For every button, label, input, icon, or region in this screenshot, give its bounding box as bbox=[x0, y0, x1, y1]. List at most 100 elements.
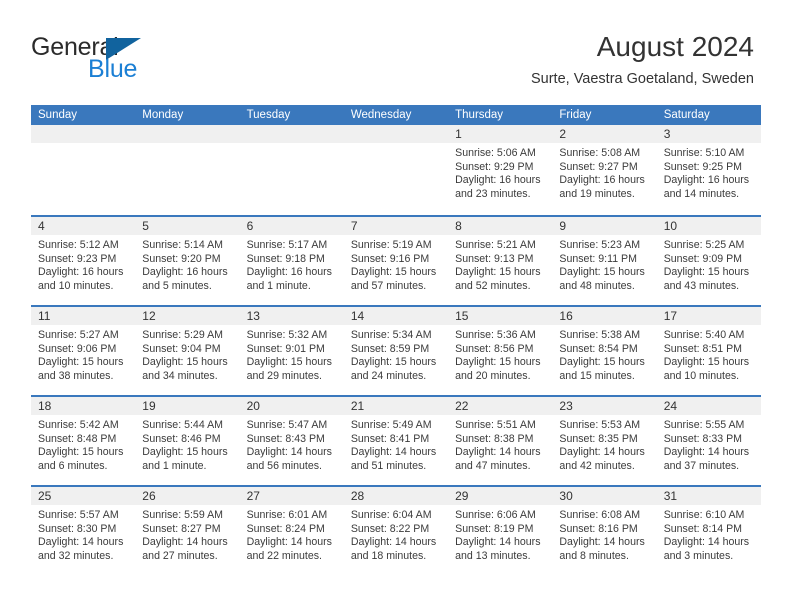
daylight-minutes: and 6 minutes. bbox=[38, 459, 108, 472]
daylight-minutes: and 19 minutes. bbox=[559, 187, 635, 200]
calendar-day-cell[interactable]: 7 Sunrise: 5:19 AM Sunset: 9:16 PM Daylight… bbox=[343, 217, 449, 305]
daylight-hours: Daylight: 16 hours bbox=[455, 174, 541, 187]
day-number-band: 20 bbox=[239, 397, 344, 415]
calendar-day-cell[interactable]: 6 Sunrise: 5:17 AM Sunset: 9:18 PM Daylight… bbox=[239, 217, 344, 305]
calendar-day-cell[interactable]: 29 Sunrise: 6:06 AM Sunset: 8:19 PM Dayligh… bbox=[448, 487, 553, 575]
daylight-minutes: and 34 minutes. bbox=[142, 369, 218, 382]
sunset-time: Sunset: 9:18 PM bbox=[246, 252, 325, 265]
calendar-day-cell[interactable]: 27 Sunrise: 6:01 AM Sunset: 8:24 PM Dayligh… bbox=[239, 487, 344, 575]
calendar-day-cell[interactable]: 18 Sunrise: 5:42 AM Sunset: 8:48 PM Dayligh… bbox=[31, 397, 136, 485]
sunset-time: Sunset: 9:09 PM bbox=[663, 252, 743, 265]
day-details: Sunrise: 6:10 AM Sunset: 8:14 PM Daylight:… bbox=[657, 505, 761, 563]
daylight-minutes: and 18 minutes. bbox=[350, 549, 427, 562]
day-number: 17 bbox=[663, 309, 678, 323]
daylight-minutes: and 51 minutes. bbox=[350, 459, 427, 472]
day-details: Sunrise: 5:12 AM Sunset: 9:23 PM Daylight:… bbox=[31, 235, 135, 293]
daylight-minutes: and 29 minutes. bbox=[246, 369, 322, 382]
calendar-day-cell[interactable]: 3 Sunrise: 5:10 AM Sunset: 9:25 PM Daylight… bbox=[656, 125, 761, 215]
daylight-minutes: and 1 minute. bbox=[246, 279, 311, 292]
calendar-week-row: 4 Sunrise: 5:12 AM Sunset: 9:23 PM Daylight… bbox=[31, 215, 761, 305]
day-details: Sunrise: 5:47 AM Sunset: 8:43 PM Daylight:… bbox=[240, 415, 344, 473]
daylight-hours: Daylight: 14 hours bbox=[246, 536, 332, 549]
daylight-hours: Daylight: 14 hours bbox=[559, 446, 645, 459]
calendar-day-cell[interactable]: 26 Sunrise: 5:59 AM Sunset: 8:27 PM Dayligh… bbox=[135, 487, 240, 575]
sunrise-time: Sunrise: 5:17 AM bbox=[246, 239, 328, 251]
daylight-hours: Daylight: 15 hours bbox=[350, 356, 437, 369]
calendar-day-cell[interactable]: 28 Sunrise: 6:04 AM Sunset: 8:22 PM Dayligh… bbox=[343, 487, 449, 575]
day-details: Sunrise: 5:59 AM Sunset: 8:27 PM Daylight:… bbox=[135, 505, 239, 563]
day-number-band: 24 bbox=[656, 397, 761, 415]
daylight-minutes: and 8 minutes. bbox=[559, 549, 629, 562]
daylight-minutes: and 23 minutes. bbox=[455, 187, 531, 200]
general-blue-logo[interactable]: General Blue bbox=[31, 33, 211, 85]
day-number: 15 bbox=[455, 309, 469, 323]
day-details: Sunrise: 6:01 AM Sunset: 8:24 PM Daylight:… bbox=[240, 505, 344, 563]
calendar-day-cell[interactable]: 10 Sunrise: 5:25 AM Sunset: 9:09 PM Dayligh… bbox=[656, 217, 761, 305]
sunrise-time: Sunrise: 5:53 AM bbox=[559, 419, 641, 431]
weekday-header-friday: Friday bbox=[559, 109, 592, 121]
day-details: Sunrise: 5:27 AM Sunset: 9:06 PM Daylight:… bbox=[31, 325, 135, 383]
sunset-time: Sunset: 8:16 PM bbox=[559, 522, 638, 535]
daylight-hours: Daylight: 16 hours bbox=[142, 266, 228, 279]
day-details: Sunrise: 5:08 AM Sunset: 9:27 PM Daylight:… bbox=[552, 143, 656, 201]
sunrise-time: Sunrise: 6:01 AM bbox=[246, 509, 328, 521]
daylight-minutes: and 27 minutes. bbox=[142, 549, 218, 562]
calendar-day-cell[interactable]: 1 Sunrise: 5:06 AM Sunset: 9:29 PM Daylight… bbox=[448, 125, 553, 215]
weekday-header-monday: Monday bbox=[142, 109, 184, 121]
calendar-day-cell[interactable]: 31 Sunrise: 6:10 AM Sunset: 8:14 PM Dayligh… bbox=[656, 487, 761, 575]
daylight-minutes: and 3 minutes. bbox=[663, 549, 734, 562]
day-number-band: 15 bbox=[448, 307, 553, 325]
sunrise-time: Sunrise: 5:36 AM bbox=[455, 329, 536, 341]
calendar-day-cell[interactable]: 11 Sunrise: 5:27 AM Sunset: 9:06 PM Dayligh… bbox=[31, 307, 136, 395]
calendar-day-cell[interactable]: 14 Sunrise: 5:34 AM Sunset: 8:59 PM Dayligh… bbox=[343, 307, 449, 395]
calendar-day-cell[interactable]: 21 Sunrise: 5:49 AM Sunset: 8:41 PM Dayligh… bbox=[343, 397, 449, 485]
sunset-time: Sunset: 8:41 PM bbox=[350, 432, 430, 445]
sunset-time: Sunset: 9:04 PM bbox=[142, 342, 221, 355]
day-details: Sunrise: 5:21 AM Sunset: 9:13 PM Daylight:… bbox=[448, 235, 552, 293]
day-details: Sunrise: 5:57 AM Sunset: 8:30 PM Daylight:… bbox=[31, 505, 135, 563]
calendar-day-cell[interactable]: 12 Sunrise: 5:29 AM Sunset: 9:04 PM Dayligh… bbox=[135, 307, 240, 395]
day-number: 11 bbox=[38, 309, 51, 323]
day-number-band: 28 bbox=[343, 487, 449, 505]
daylight-hours: Daylight: 14 hours bbox=[38, 536, 124, 549]
calendar-day-cell[interactable]: 2 Sunrise: 5:08 AM Sunset: 9:27 PM Daylight… bbox=[552, 125, 657, 215]
sunset-time: Sunset: 9:11 PM bbox=[559, 252, 637, 265]
sunrise-time: Sunrise: 5:38 AM bbox=[559, 329, 641, 341]
sunset-time: Sunset: 8:48 PM bbox=[38, 432, 117, 445]
sunrise-time: Sunrise: 5:59 AM bbox=[142, 509, 223, 521]
day-number-band: 27 bbox=[239, 487, 344, 505]
calendar-day-cell[interactable]: 15 Sunrise: 5:36 AM Sunset: 8:56 PM Dayligh… bbox=[448, 307, 553, 395]
calendar-day-cell[interactable]: 4 Sunrise: 5:12 AM Sunset: 9:23 PM Daylight… bbox=[31, 217, 136, 305]
sunrise-time: Sunrise: 5:10 AM bbox=[663, 147, 745, 159]
calendar-day-cell[interactable]: 5 Sunrise: 5:14 AM Sunset: 9:20 PM Daylight… bbox=[135, 217, 240, 305]
calendar-day-cell[interactable]: 24 Sunrise: 5:55 AM Sunset: 8:33 PM Dayligh… bbox=[656, 397, 761, 485]
calendar-day-cell[interactable]: 23 Sunrise: 5:53 AM Sunset: 8:35 PM Dayligh… bbox=[552, 397, 657, 485]
daylight-hours: Daylight: 14 hours bbox=[663, 446, 750, 459]
day-number-band: 9 bbox=[552, 217, 657, 235]
calendar-day-cell[interactable]: 17 Sunrise: 5:40 AM Sunset: 8:51 PM Dayligh… bbox=[656, 307, 761, 395]
calendar-day-cell[interactable]: 19 Sunrise: 5:44 AM Sunset: 8:46 PM Dayligh… bbox=[135, 397, 240, 485]
daylight-hours: Daylight: 14 hours bbox=[350, 536, 437, 549]
day-number-band: 31 bbox=[656, 487, 761, 505]
day-number: 2 bbox=[559, 127, 567, 141]
day-details: Sunrise: 5:25 AM Sunset: 9:09 PM Daylight:… bbox=[657, 235, 761, 293]
day-details: Sunrise: 6:08 AM Sunset: 8:16 PM Daylight:… bbox=[552, 505, 656, 563]
calendar-day-cell[interactable]: 20 Sunrise: 5:47 AM Sunset: 8:43 PM Dayligh… bbox=[239, 397, 344, 485]
sunrise-time: Sunrise: 5:55 AM bbox=[663, 419, 745, 431]
calendar-day-cell[interactable]: 8 Sunrise: 5:21 AM Sunset: 9:13 PM Daylight… bbox=[448, 217, 553, 305]
day-number-band: 10 bbox=[656, 217, 761, 235]
daylight-minutes: and 57 minutes. bbox=[350, 279, 427, 292]
calendar-day-cell[interactable]: 16 Sunrise: 5:38 AM Sunset: 8:54 PM Dayligh… bbox=[552, 307, 657, 395]
day-number-band bbox=[343, 125, 449, 143]
daylight-minutes: and 43 minutes. bbox=[663, 279, 740, 292]
calendar-day-cell[interactable]: 25 Sunrise: 5:57 AM Sunset: 8:30 PM Dayligh… bbox=[31, 487, 136, 575]
calendar-day-cell[interactable]: 9 Sunrise: 5:23 AM Sunset: 9:11 PM Daylight… bbox=[552, 217, 657, 305]
day-number-band: 21 bbox=[343, 397, 449, 415]
calendar-day-cell[interactable]: 13 Sunrise: 5:32 AM Sunset: 9:01 PM Dayligh… bbox=[239, 307, 344, 395]
daylight-hours: Daylight: 15 hours bbox=[142, 356, 228, 369]
calendar-day-cell[interactable]: 22 Sunrise: 5:51 AM Sunset: 8:38 PM Dayligh… bbox=[448, 397, 553, 485]
sunrise-time: Sunrise: 5:42 AM bbox=[38, 419, 119, 431]
daylight-hours: Daylight: 16 hours bbox=[246, 266, 332, 279]
daylight-hours: Daylight: 15 hours bbox=[559, 356, 645, 369]
calendar-day-cell[interactable]: 30 Sunrise: 6:08 AM Sunset: 8:16 PM Dayligh… bbox=[552, 487, 657, 575]
